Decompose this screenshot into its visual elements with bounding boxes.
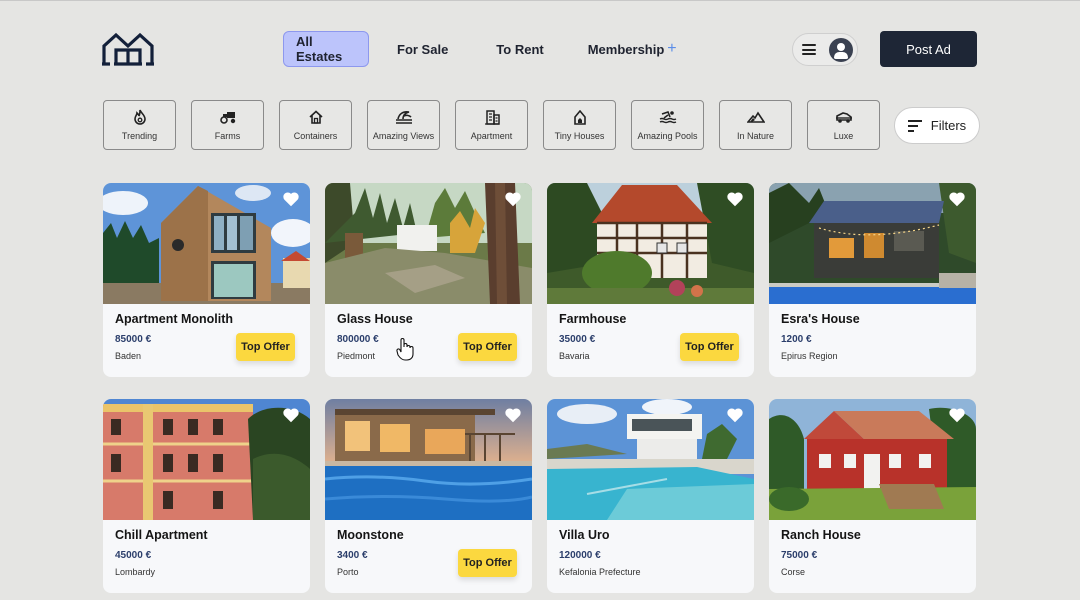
listings-grid: Apartment Monolith 85000 € Baden Top Off… — [103, 183, 976, 593]
listing-photo — [325, 399, 532, 520]
listing-photo — [769, 399, 976, 520]
listing-title: Farmhouse — [559, 312, 627, 326]
category-tiny-houses[interactable]: Tiny Houses — [543, 100, 616, 150]
nav-for-sale[interactable]: For Sale — [385, 31, 460, 67]
category-label: Amazing Views — [372, 131, 435, 141]
listing-card[interactable]: Farmhouse 35000 € Bavaria Top Offer — [547, 183, 754, 377]
post-ad-button[interactable]: Post Ad — [880, 31, 977, 67]
listing-title: Chill Apartment — [115, 528, 208, 542]
filter-lines-icon — [907, 118, 922, 133]
listing-title: Esra's House — [781, 312, 860, 326]
filters-button[interactable]: Filters — [894, 107, 980, 144]
category-label: Amazing Pools — [637, 131, 698, 141]
favorite-heart-icon[interactable] — [282, 407, 300, 423]
listing-photo — [103, 183, 310, 304]
category-in-nature[interactable]: In Nature — [719, 100, 792, 150]
listing-info: Moonstone 3400 € Porto Top Offer — [325, 520, 532, 593]
listing-info: Glass House 800000 € Piedmont Top Offer — [325, 304, 532, 377]
category-label: Trending — [121, 131, 158, 141]
wave-view-icon — [395, 108, 413, 126]
top-offer-badge: Top Offer — [236, 333, 295, 361]
category-label: In Nature — [736, 131, 775, 141]
listing-card[interactable]: Moonstone 3400 € Porto Top Offer — [325, 399, 532, 593]
listing-info: Ranch House 75000 € Corse — [769, 520, 976, 593]
nav-to-rent[interactable]: To Rent — [484, 31, 555, 67]
top-offer-badge: Top Offer — [458, 549, 517, 577]
category-luxe[interactable]: Luxe — [807, 100, 880, 150]
category-trending[interactable]: Trending — [103, 100, 176, 150]
listing-info: Chill Apartment 45000 € Lombardy — [103, 520, 310, 593]
category-label: Farms — [214, 131, 241, 141]
listing-card[interactable]: Esra's House 1200 € Epirus Region — [769, 183, 976, 377]
listing-price: 1200 € — [781, 334, 812, 345]
category-containers[interactable]: Containers — [279, 100, 352, 150]
category-label: Apartment — [470, 131, 513, 141]
listing-info: Farmhouse 35000 € Bavaria Top Offer — [547, 304, 754, 377]
category-label: Containers — [293, 131, 338, 141]
listing-title: Villa Uro — [559, 528, 610, 542]
filters-label: Filters — [930, 118, 967, 133]
category-amazing-views[interactable]: Amazing Views — [367, 100, 440, 150]
favorite-heart-icon[interactable] — [726, 191, 744, 207]
main-nav: All Estates For Sale To Rent Membership … — [283, 31, 689, 67]
tiny-house-icon — [573, 108, 586, 126]
category-farms[interactable]: Farms — [191, 100, 264, 150]
listing-card[interactable]: Chill Apartment 45000 € Lombardy — [103, 399, 310, 593]
fire-icon — [133, 108, 147, 126]
hamburger-menu-icon — [802, 44, 816, 55]
top-offer-badge: Top Offer — [680, 333, 739, 361]
user-avatar-icon — [829, 37, 853, 62]
building-icon — [484, 108, 500, 126]
swimmer-icon — [659, 108, 677, 126]
listing-location: Lombardy — [115, 567, 156, 577]
listing-title: Ranch House — [781, 528, 861, 542]
favorite-heart-icon[interactable] — [726, 407, 744, 423]
nav-all-estates[interactable]: All Estates — [283, 31, 369, 67]
listing-info: Apartment Monolith 85000 € Baden Top Off… — [103, 304, 310, 377]
category-label: Luxe — [833, 131, 854, 141]
mountain-icon — [746, 108, 765, 126]
listing-photo — [103, 399, 310, 520]
category-bar: Trending Farms Containers Amazing Views … — [103, 100, 895, 150]
plus-icon: + — [667, 40, 677, 57]
listing-photo — [769, 183, 976, 304]
favorite-heart-icon[interactable] — [948, 191, 966, 207]
tractor-icon — [219, 108, 237, 126]
home-icon — [308, 108, 323, 126]
listing-title: Glass House — [337, 312, 413, 326]
listing-title: Moonstone — [337, 528, 404, 542]
favorite-heart-icon[interactable] — [948, 407, 966, 423]
favorite-heart-icon[interactable] — [282, 191, 300, 207]
listing-price: 45000 € — [115, 550, 152, 561]
listing-photo — [325, 183, 532, 304]
listing-photo — [547, 183, 754, 304]
nav-membership-label: Membership — [587, 41, 665, 57]
top-bar: All Estates For Sale To Rent Membership … — [0, 1, 1080, 96]
house-logo-icon[interactable] — [102, 32, 154, 66]
listing-location: Corse — [781, 567, 806, 577]
listing-location: Epirus Region — [781, 351, 838, 361]
listing-price: 120000 € — [559, 550, 601, 561]
listing-card[interactable]: Villa Uro 120000 € Kefalonia Prefecture — [547, 399, 754, 593]
listing-card[interactable]: Ranch House 75000 € Corse — [769, 399, 976, 593]
category-amazing-pools[interactable]: Amazing Pools — [631, 100, 704, 150]
nav-membership[interactable]: Membership + — [576, 31, 689, 67]
user-menu-button[interactable] — [792, 33, 858, 66]
category-apartment[interactable]: Apartment — [455, 100, 528, 150]
luxury-car-icon — [835, 108, 853, 126]
listing-card[interactable]: Apartment Monolith 85000 € Baden Top Off… — [103, 183, 310, 377]
category-label: Tiny Houses — [554, 131, 605, 141]
listing-card[interactable]: Glass House 800000 € Piedmont Top Offer — [325, 183, 532, 377]
favorite-heart-icon[interactable] — [504, 407, 522, 423]
listing-location: Kefalonia Prefecture — [559, 567, 641, 577]
favorite-heart-icon[interactable] — [504, 191, 522, 207]
listing-title: Apartment Monolith — [115, 312, 234, 326]
listing-photo — [547, 399, 754, 520]
listing-info: Villa Uro 120000 € Kefalonia Prefecture — [547, 520, 754, 593]
top-offer-badge: Top Offer — [458, 333, 517, 361]
listing-price: 75000 € — [781, 550, 818, 561]
listing-info: Esra's House 1200 € Epirus Region — [769, 304, 976, 377]
